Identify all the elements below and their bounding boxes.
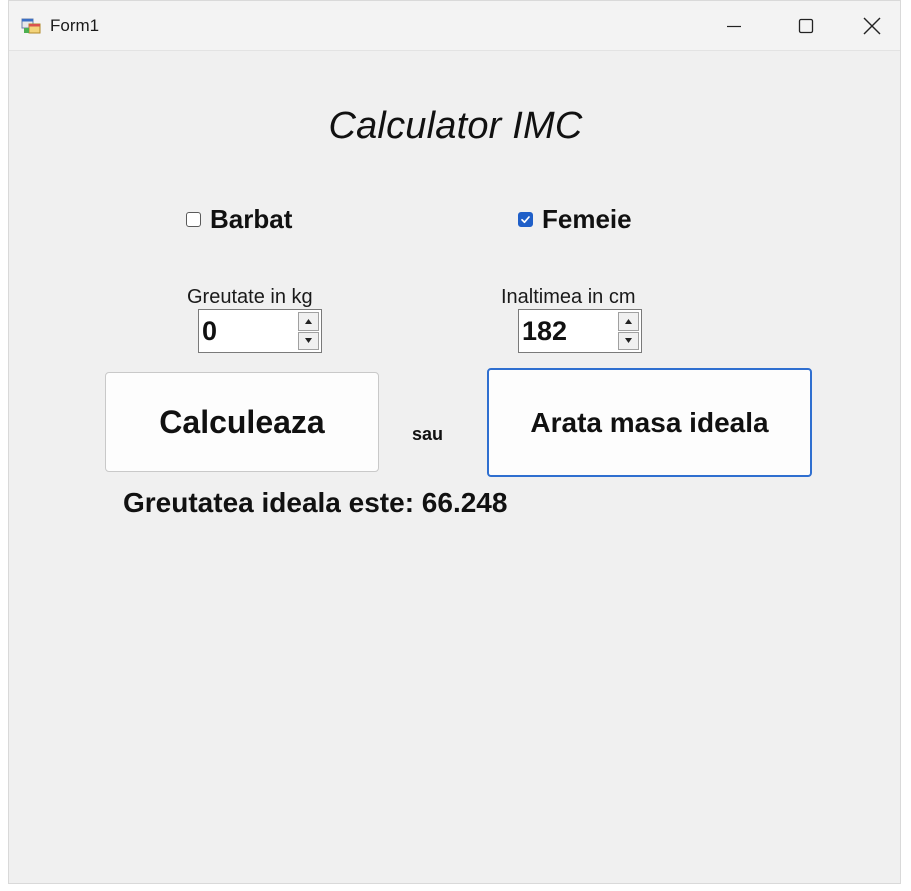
- app-icon: [21, 18, 41, 34]
- show-ideal-weight-button-label: Arata masa ideala: [530, 406, 769, 438]
- close-icon: [863, 17, 881, 35]
- spin-down-icon: [625, 338, 632, 344]
- height-label: Inaltimea in cm: [501, 286, 636, 308]
- maximize-icon: [798, 18, 814, 34]
- calculate-button[interactable]: Calculeaza: [105, 372, 379, 472]
- spin-up-icon: [305, 318, 312, 324]
- show-ideal-weight-button[interactable]: Arata masa ideala: [487, 368, 812, 477]
- weight-stepper[interactable]: 0: [198, 309, 322, 353]
- or-label: sau: [412, 424, 444, 444]
- app-window: Form1 Calculator IMC Barbat Femeie Greut…: [8, 0, 901, 884]
- minimize-icon: [727, 25, 741, 28]
- weight-increment-button[interactable]: [298, 312, 319, 331]
- height-increment-button[interactable]: [618, 312, 639, 331]
- window-title: Form1: [50, 16, 100, 35]
- calculate-button-label: Calculeaza: [159, 403, 325, 440]
- height-decrement-button[interactable]: [618, 331, 639, 350]
- checkbox-checked-icon: [518, 212, 533, 227]
- title-bar[interactable]: Form1: [9, 1, 900, 51]
- spin-down-icon: [305, 338, 312, 344]
- male-checkbox[interactable]: Barbat: [186, 204, 292, 235]
- maximize-button[interactable]: [770, 1, 842, 51]
- ideal-weight-result: Greutatea ideala este: 66.248: [123, 487, 508, 518]
- male-checkbox-label: Barbat: [210, 204, 293, 234]
- height-value: 182: [522, 316, 568, 346]
- female-checkbox-label: Femeie: [542, 204, 632, 234]
- close-button[interactable]: [842, 1, 902, 51]
- checkbox-unchecked-icon: [186, 212, 201, 227]
- height-stepper[interactable]: 182: [518, 309, 642, 353]
- female-checkbox[interactable]: Femeie: [518, 204, 632, 235]
- weight-label: Greutate in kg: [187, 286, 313, 308]
- spin-up-icon: [625, 318, 632, 324]
- weight-value: 0: [202, 316, 218, 346]
- page-title: Calculator IMC: [328, 105, 583, 147]
- weight-decrement-button[interactable]: [298, 331, 319, 350]
- minimize-button[interactable]: [698, 1, 770, 51]
